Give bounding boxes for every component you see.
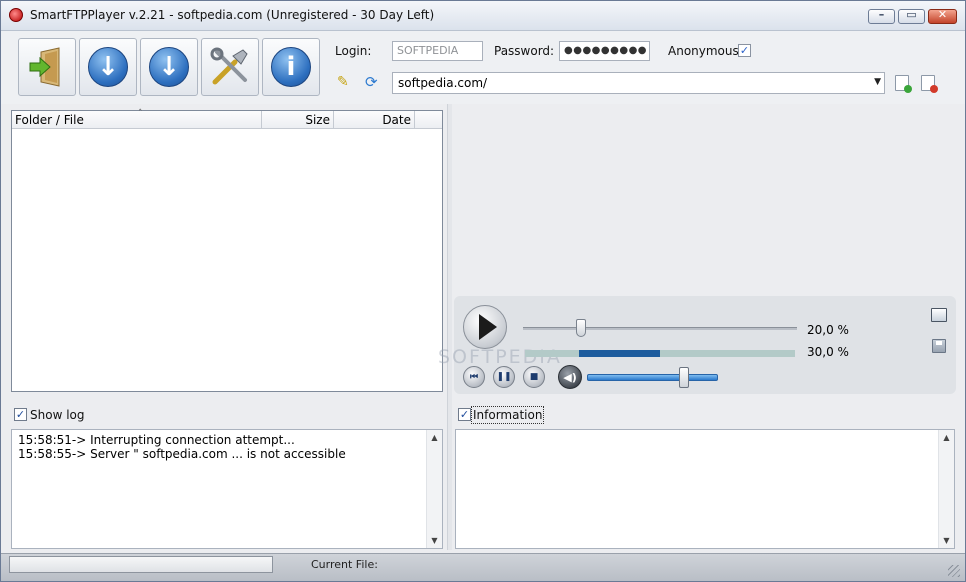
scroll-up-icon[interactable]: ▲ <box>427 433 442 442</box>
previous-button[interactable]: ⏮ <box>463 366 485 388</box>
anonymous-label: Anonymous <box>668 44 739 58</box>
stop-icon: ■ <box>529 372 539 382</box>
close-icon: ✕ <box>937 8 948 21</box>
save-icon[interactable] <box>932 339 946 353</box>
show-log-checkbox[interactable]: ✓ <box>14 408 27 421</box>
pane-splitter[interactable] <box>447 104 452 550</box>
video-area <box>454 106 962 296</box>
url-combobox[interactable]: softpedia.com/ ▼ <box>392 72 885 94</box>
remove-bookmark-icon[interactable] <box>921 75 938 93</box>
download-button[interactable]: ↓ <box>79 38 137 96</box>
info-icon: i <box>271 47 311 87</box>
information-box[interactable]: ▲ ▼ <box>455 429 955 549</box>
scroll-up-icon[interactable]: ▲ <box>939 433 954 442</box>
settings-button[interactable] <box>201 38 259 96</box>
tools-icon <box>210 47 248 85</box>
password-field[interactable]: ●●●●●●●●● <box>559 41 650 61</box>
door-exit-icon <box>29 47 60 87</box>
previous-icon: ⏮ <box>469 372 479 382</box>
maximize-button[interactable]: ▭ <box>898 8 925 24</box>
status-progress-bar <box>9 556 273 573</box>
minimize-icon: – <box>878 8 885 21</box>
connect-button[interactable] <box>18 38 76 96</box>
volume-slider-thumb[interactable] <box>679 367 689 388</box>
anonymous-checkbox[interactable]: ✓ <box>738 44 751 57</box>
current-file-label: Current File: <box>311 558 378 571</box>
app-icon[interactable] <box>9 8 23 22</box>
maximize-icon: ▭ <box>906 8 917 21</box>
information-checkbox[interactable]: ✓ <box>458 408 471 421</box>
log-box[interactable]: 15:58:51-> Interrupting connection attem… <box>11 429 443 549</box>
scroll-down-icon[interactable]: ▼ <box>427 536 442 545</box>
download-queue-button[interactable]: ↓ <box>140 38 198 96</box>
buffer-value: 30,0 % <box>807 345 849 359</box>
sort-indicator-icon: ˆ <box>138 109 143 119</box>
log-scrollbar[interactable]: ▲ ▼ <box>426 430 442 548</box>
volume-button[interactable]: ◀) <box>558 365 582 389</box>
log-line: 15:58:55-> Server " softpedia.com ... is… <box>18 447 346 461</box>
add-bookmark-icon[interactable] <box>895 75 912 93</box>
position-value: 20,0 % <box>807 323 849 337</box>
login-label: Login: <box>335 44 372 58</box>
info-button[interactable]: i <box>262 38 320 96</box>
info-scrollbar[interactable]: ▲ ▼ <box>938 430 954 548</box>
speaker-icon: ◀) <box>563 370 577 384</box>
password-label: Password: <box>494 44 555 58</box>
position-slider[interactable] <box>523 327 797 330</box>
resize-grip-icon[interactable] <box>948 565 960 577</box>
play-icon <box>479 314 497 340</box>
arrow-down-icon: ↓ <box>149 47 189 87</box>
column-header-date[interactable]: Date <box>334 111 415 129</box>
pause-icon: ❚❚ <box>496 372 512 382</box>
play-button[interactable] <box>463 305 507 349</box>
file-list[interactable]: Folder / File ˆ Size Date <box>11 109 443 392</box>
arrow-down-icon: ↓ <box>88 47 128 87</box>
file-list-header: Folder / File ˆ Size Date <box>12 109 442 129</box>
volume-slider[interactable] <box>587 374 718 381</box>
information-label[interactable]: Information <box>471 406 545 424</box>
chevron-down-icon[interactable]: ▼ <box>874 77 881 87</box>
position-slider-thumb[interactable] <box>576 319 586 337</box>
buffer-progress <box>525 350 795 357</box>
log-line: 15:58:51-> Interrupting connection attem… <box>18 433 295 447</box>
column-header-size[interactable]: Size <box>262 111 334 129</box>
pencil-icon[interactable]: ✎ <box>337 75 351 89</box>
minimize-button[interactable]: – <box>868 8 895 24</box>
refresh-icon[interactable]: ⟳ <box>365 75 379 90</box>
login-field[interactable]: SOFTPEDIA <box>392 41 483 61</box>
stop-button[interactable]: ■ <box>523 366 545 388</box>
buffer-fill <box>579 350 660 357</box>
window-title: SmartFTPPlayer v.2.21 - softpedia.com (U… <box>30 8 435 22</box>
close-button[interactable]: ✕ <box>928 8 957 24</box>
scroll-down-icon[interactable]: ▼ <box>939 536 954 545</box>
pause-button[interactable]: ❚❚ <box>493 366 515 388</box>
column-header-folder[interactable]: Folder / File <box>12 111 262 129</box>
fullscreen-icon[interactable] <box>931 308 947 322</box>
url-value: softpedia.com/ <box>398 76 488 90</box>
show-log-label[interactable]: Show log <box>30 408 85 422</box>
